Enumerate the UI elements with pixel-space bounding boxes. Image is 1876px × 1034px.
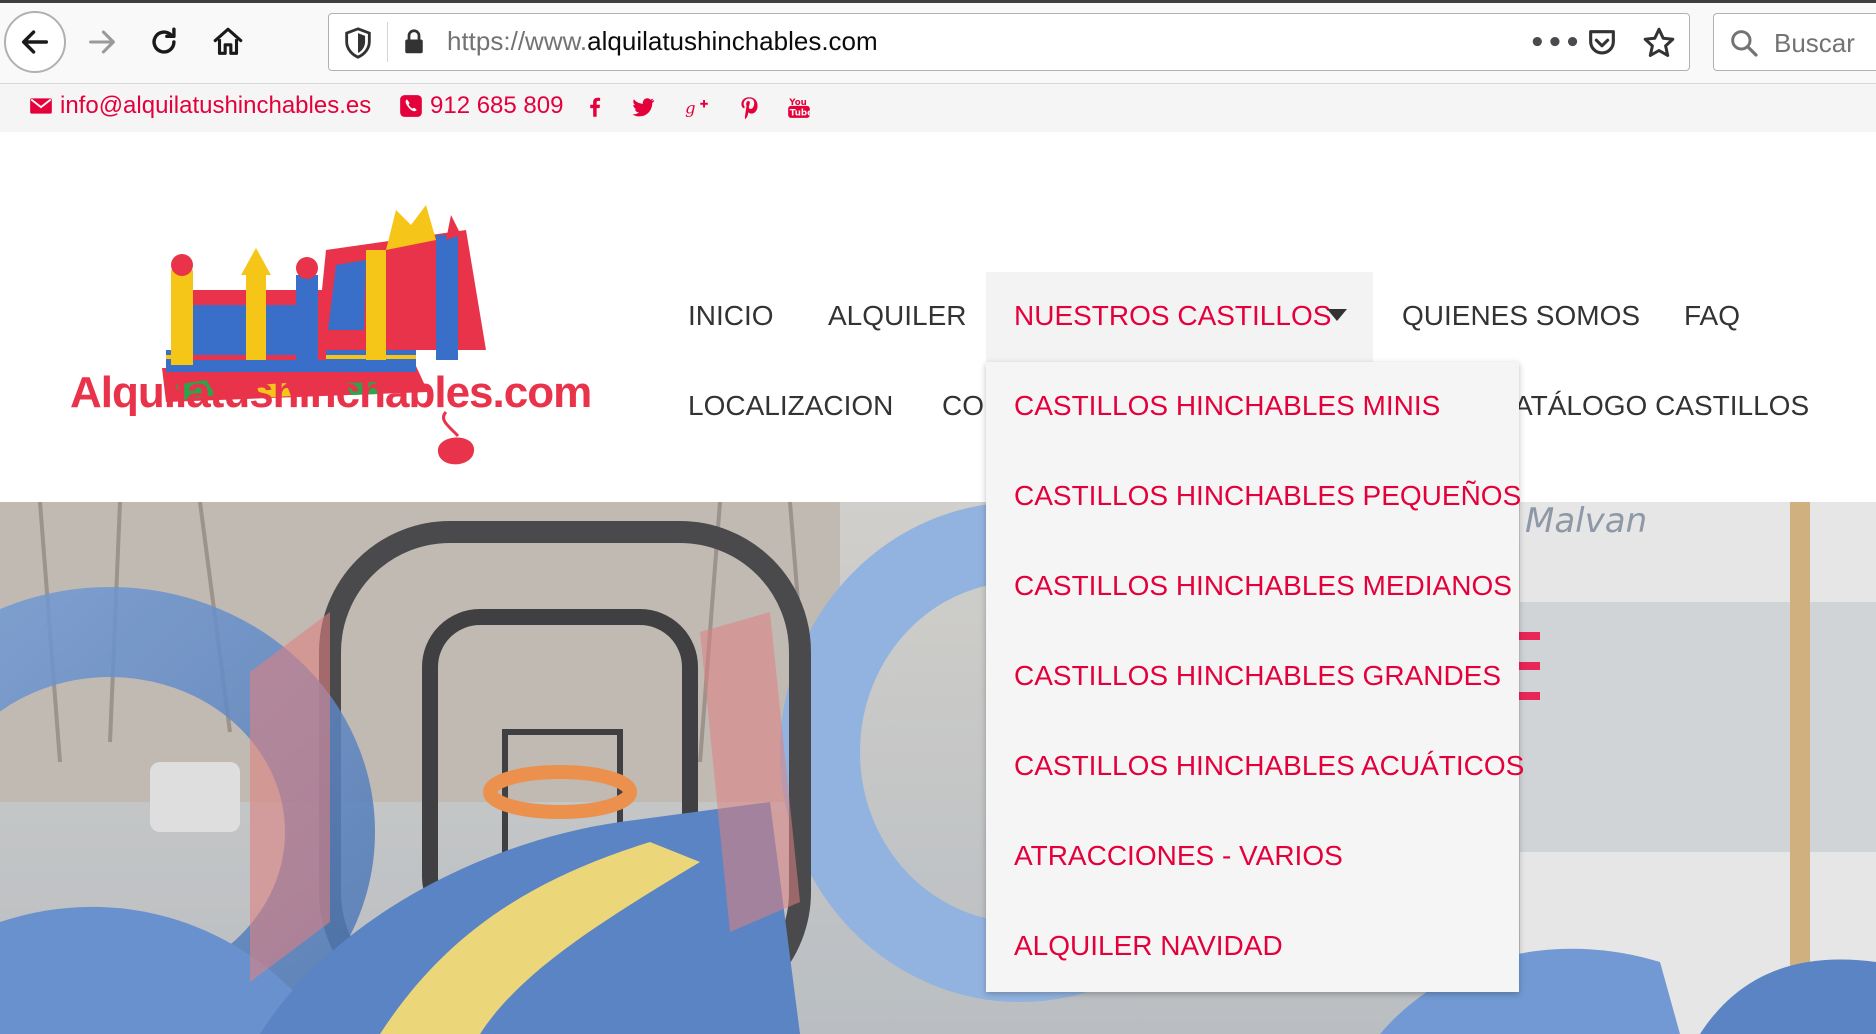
nav-nuestros-castillos[interactable]: NUESTROS CASTILLOS bbox=[986, 272, 1373, 362]
nav-alquiler[interactable]: ALQUILER bbox=[828, 300, 967, 332]
contact-bar: info@alquilatushinchables.es 912 685 809… bbox=[0, 84, 1876, 132]
url-prefix: https://www. bbox=[447, 26, 588, 56]
tracking-shield-icon[interactable] bbox=[341, 26, 375, 60]
dropdown-item-acuaticos[interactable]: CASTILLOS HINCHABLES ACUÁTICOS bbox=[1014, 750, 1524, 782]
lock-icon[interactable] bbox=[399, 27, 429, 57]
address-bar[interactable]: https://www.alquilatushinchables.com ••• bbox=[328, 13, 1690, 71]
svg-text:g: g bbox=[685, 99, 695, 118]
phone-link[interactable]: 912 685 809 bbox=[398, 92, 563, 120]
nav-nuestros-castillos-label: NUESTROS CASTILLOS bbox=[1014, 300, 1332, 331]
reload-button[interactable] bbox=[134, 12, 194, 72]
forward-arrow-icon bbox=[89, 30, 115, 54]
page-actions-button[interactable]: ••• bbox=[1529, 28, 1582, 58]
nav-catalogo-castillos[interactable]: ATÁLOGO CASTILLOS bbox=[1514, 390, 1809, 422]
search-bar[interactable]: Buscar bbox=[1713, 13, 1876, 71]
nav-localizacion[interactable]: LOCALIZACION bbox=[688, 390, 893, 422]
forward-button[interactable] bbox=[72, 12, 132, 72]
google-plus-icon[interactable]: g bbox=[684, 94, 710, 120]
bookmark-star-icon[interactable] bbox=[1641, 25, 1677, 61]
nav-quienes-somos[interactable]: QUIENES SOMOS bbox=[1402, 300, 1640, 332]
hero-banner-image: Malvan bbox=[0, 502, 1876, 1034]
home-icon bbox=[213, 27, 243, 55]
address-bar-separator bbox=[387, 22, 388, 62]
tab-strip-edge bbox=[0, 0, 1876, 3]
search-icon bbox=[1731, 30, 1758, 57]
browser-toolbar: https://www.alquilatushinchables.com •••… bbox=[0, 0, 1876, 84]
back-button[interactable] bbox=[4, 11, 66, 73]
url-domain: alquilatushinchables.com bbox=[587, 26, 878, 56]
bouncy-castle-logo[interactable] bbox=[66, 180, 566, 480]
castillos-dropdown-menu: CASTILLOS HINCHABLES MINIS CASTILLOS HIN… bbox=[986, 362, 1524, 992]
envelope-icon bbox=[30, 98, 52, 114]
logo-wordmark[interactable]: Alquilatushinchables.com bbox=[70, 368, 592, 418]
pocket-icon[interactable] bbox=[1585, 26, 1619, 60]
pinterest-icon[interactable] bbox=[736, 94, 762, 120]
svg-text:Tube: Tube bbox=[790, 109, 812, 119]
url-text[interactable]: https://www.alquilatushinchables.com bbox=[447, 26, 878, 57]
dropdown-item-pequenos[interactable]: CASTILLOS HINCHABLES PEQUEÑOS bbox=[1014, 480, 1521, 512]
site-header: Alquilatushinchables.com INICIO ALQUILER… bbox=[0, 132, 1876, 502]
nav-inicio[interactable]: INICIO bbox=[688, 300, 774, 332]
nav-contacto[interactable]: CO bbox=[942, 390, 984, 422]
twitter-icon[interactable] bbox=[630, 94, 656, 120]
facebook-icon[interactable] bbox=[582, 94, 608, 120]
youtube-icon[interactable]: YouTube bbox=[786, 94, 812, 120]
back-arrow-icon bbox=[21, 30, 49, 54]
reload-icon bbox=[152, 27, 176, 54]
home-button[interactable] bbox=[198, 12, 258, 72]
dropdown-item-minis[interactable]: CASTILLOS HINCHABLES MINIS bbox=[1014, 390, 1440, 422]
phone-icon bbox=[400, 95, 422, 117]
caret-down-icon bbox=[1327, 309, 1347, 321]
dropdown-item-grandes[interactable]: CASTILLOS HINCHABLES GRANDES bbox=[1014, 660, 1501, 692]
nav-faq[interactable]: FAQ bbox=[1684, 300, 1740, 332]
dropdown-item-alquiler-navidad[interactable]: ALQUILER NAVIDAD bbox=[1014, 930, 1283, 962]
dropdown-item-medianos[interactable]: CASTILLOS HINCHABLES MEDIANOS bbox=[1014, 570, 1512, 602]
email-text: info@alquilatushinchables.es bbox=[60, 92, 372, 119]
email-link[interactable]: info@alquilatushinchables.es bbox=[28, 92, 371, 120]
search-placeholder: Buscar bbox=[1774, 28, 1855, 58]
phone-text: 912 685 809 bbox=[430, 92, 564, 119]
dropdown-item-atracciones-varios[interactable]: ATRACCIONES - VARIOS bbox=[1014, 840, 1343, 872]
